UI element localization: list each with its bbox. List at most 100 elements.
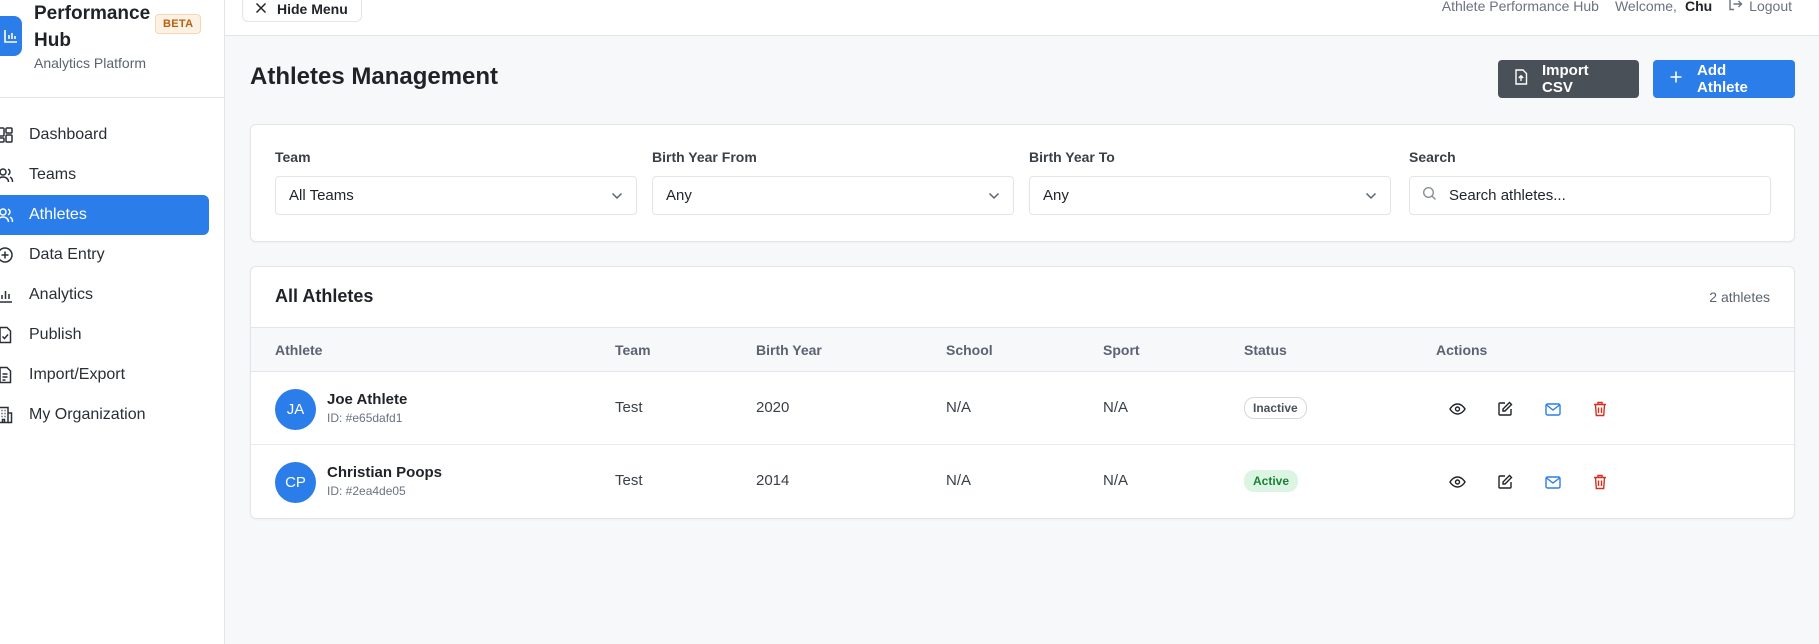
welcome-text: Welcome,	[1614, 0, 1677, 14]
logout-button[interactable]: Logout	[1728, 0, 1792, 14]
chevron-down-icon	[611, 187, 623, 204]
sidebar-item-label: Publish	[29, 326, 82, 343]
edit-pencil-icon[interactable]	[1495, 472, 1515, 492]
column-header-birth-year: Birth Year	[756, 342, 822, 358]
column-header-actions: Actions	[1436, 342, 1488, 358]
status-badge: Active	[1244, 470, 1299, 492]
status-badge: Inactive	[1244, 397, 1307, 419]
logout-icon	[1728, 0, 1743, 14]
column-header-sport: Sport	[1103, 342, 1140, 358]
add-athlete-button[interactable]: Add Athlete	[1653, 60, 1795, 98]
logo-bar-chart-icon	[0, 16, 22, 56]
school-cell: N/A	[946, 399, 972, 416]
brand-subtitle: Analytics Platform	[34, 55, 147, 71]
sidebar-item-label: Data Entry	[29, 246, 105, 263]
table-card-header: All Athletes 2 athletes	[251, 267, 1794, 328]
birth-year-to-filter: Birth Year To Any	[1029, 149, 1391, 215]
sidebar-item-publish[interactable]: Publish	[0, 315, 209, 355]
email-mail-icon[interactable]	[1543, 399, 1563, 419]
sidebar-item-label: My Organization	[29, 406, 146, 423]
file-check-icon	[0, 326, 14, 344]
athletes-table-card: All Athletes 2 athletes Athlete Team Bir…	[250, 266, 1795, 519]
sidebar-item-label: Dashboard	[29, 126, 108, 143]
sidebar-item-athletes[interactable]: Athletes	[0, 195, 209, 235]
birth-year-to-select[interactable]: Any	[1029, 176, 1391, 215]
plus-icon	[1669, 70, 1683, 88]
hide-menu-label: Hide Menu	[277, 0, 348, 17]
sidebar-item-dashboard[interactable]: Dashboard	[0, 115, 209, 155]
team-select[interactable]: All Teams	[275, 176, 637, 215]
file-upload-icon	[1514, 69, 1528, 89]
building-icon	[0, 406, 14, 424]
page-title: Athletes Management	[250, 63, 499, 90]
sidebar-item-label: Athletes	[29, 206, 87, 223]
filters-card: Team All Teams Birth Year From Any Birth…	[250, 124, 1795, 242]
email-mail-icon[interactable]	[1543, 472, 1563, 492]
athlete-name: Christian Poops	[327, 464, 443, 481]
column-header-team: Team	[615, 342, 651, 358]
birth-year-from-label: Birth Year From	[652, 149, 757, 165]
birth-year-cell: 2020	[756, 399, 790, 416]
search-box	[1409, 176, 1771, 215]
brand: Performance Hub BETA Analytics Platform	[0, 0, 225, 98]
birth-year-from-value: Any	[666, 187, 692, 204]
import-csv-button[interactable]: Import CSV	[1498, 60, 1639, 98]
table-header-row: Athlete Team Birth Year School Sport Sta…	[251, 328, 1794, 372]
team-filter: Team All Teams	[275, 149, 637, 215]
table-row: JA Joe Athlete ID: #e65dafd1 Test 2020 N…	[251, 372, 1794, 445]
sport-cell: N/A	[1103, 472, 1129, 489]
sidebar-item-label: Analytics	[29, 286, 94, 303]
athlete-count: 2 athletes	[1709, 289, 1770, 305]
brand-title: Performance Hub	[34, 3, 151, 51]
team-filter-label: Team	[275, 149, 311, 165]
birth-year-from-filter: Birth Year From Any	[652, 149, 1014, 215]
table-title: All Athletes	[275, 286, 374, 306]
search-input[interactable]	[1449, 187, 1749, 204]
layout-dashboard-icon	[0, 126, 14, 144]
sidebar-item-label: Teams	[29, 166, 77, 183]
bar-chart-icon	[0, 286, 14, 304]
topbar-right: Athlete Performance Hub Welcome, Chu Log…	[1442, 0, 1792, 14]
search-icon	[1422, 186, 1437, 205]
search-filter: Search	[1409, 149, 1771, 215]
beta-badge: BETA	[155, 14, 202, 34]
sport-cell: N/A	[1103, 399, 1129, 416]
topbar: Hide Menu Athlete Performance Hub Welcom…	[225, 0, 1819, 36]
logout-label: Logout	[1749, 0, 1792, 14]
sidebar-item-my-organization[interactable]: My Organization	[0, 395, 209, 435]
avatar: CP	[275, 462, 316, 503]
view-eye-icon[interactable]	[1447, 472, 1467, 492]
view-eye-icon[interactable]	[1447, 399, 1467, 419]
chevron-down-icon	[988, 187, 1000, 204]
sidebar-item-teams[interactable]: Teams	[0, 155, 209, 195]
table-row: CP Christian Poops ID: #2ea4de05 Test 20…	[251, 445, 1794, 518]
sidebar: Performance Hub BETA Analytics Platform …	[0, 0, 225, 644]
hide-menu-button[interactable]: Hide Menu	[242, 0, 362, 22]
sidebar-item-import-export[interactable]: Import/Export	[0, 355, 209, 395]
birth-year-from-select[interactable]: Any	[652, 176, 1014, 215]
delete-trash-icon[interactable]	[1590, 472, 1610, 492]
column-header-status: Status	[1244, 342, 1287, 358]
delete-trash-icon[interactable]	[1590, 399, 1610, 419]
birth-year-cell: 2014	[756, 472, 790, 489]
column-header-athlete: Athlete	[275, 342, 323, 358]
chevron-down-icon	[1365, 187, 1377, 204]
athlete-name: Joe Athlete	[327, 391, 408, 408]
team-select-value: All Teams	[289, 187, 354, 204]
athlete-id: ID: #e65dafd1	[327, 411, 403, 425]
add-athlete-label: Add Athlete	[1697, 62, 1748, 96]
school-cell: N/A	[946, 472, 972, 489]
plus-circle-icon	[0, 246, 14, 264]
column-header-school: School	[946, 342, 993, 358]
sidebar-item-label: Import/Export	[29, 366, 126, 383]
close-icon	[255, 1, 267, 17]
sidebar-item-analytics[interactable]: Analytics	[0, 275, 209, 315]
avatar: JA	[275, 389, 316, 430]
birth-year-to-value: Any	[1043, 187, 1069, 204]
user-name: Chu	[1684, 0, 1713, 14]
sidebar-nav: Dashboard Teams Athletes Data Entry Anal…	[0, 115, 225, 435]
edit-pencil-icon[interactable]	[1495, 399, 1515, 419]
team-cell: Test	[615, 472, 643, 489]
app-name: Athlete Performance Hub	[1441, 0, 1599, 14]
sidebar-item-data-entry[interactable]: Data Entry	[0, 235, 209, 275]
